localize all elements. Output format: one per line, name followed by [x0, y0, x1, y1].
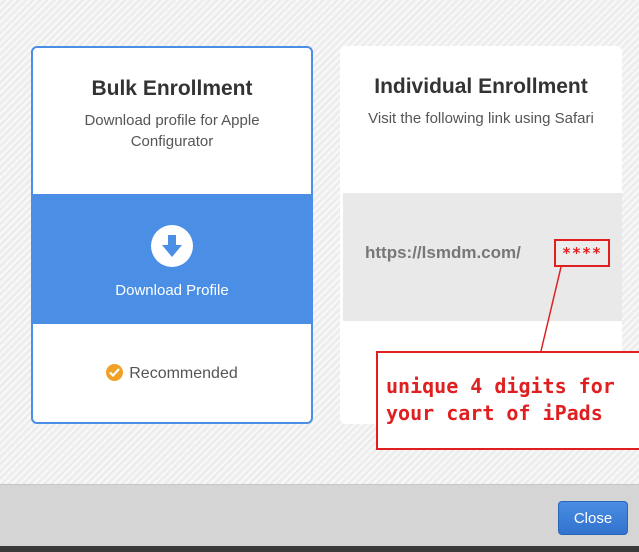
- close-button[interactable]: Close: [558, 501, 628, 535]
- annotation-callout: unique 4 digits for your cart of iPads: [376, 351, 639, 450]
- window-bottom-edge: [0, 546, 639, 552]
- annotation-line-1: unique 4 digits for: [386, 374, 615, 398]
- annotation-line-2: your cart of iPads: [386, 401, 603, 425]
- modal-footer: Close: [0, 484, 639, 546]
- modal-body: Bulk Enrollment Download profile for App…: [0, 0, 639, 484]
